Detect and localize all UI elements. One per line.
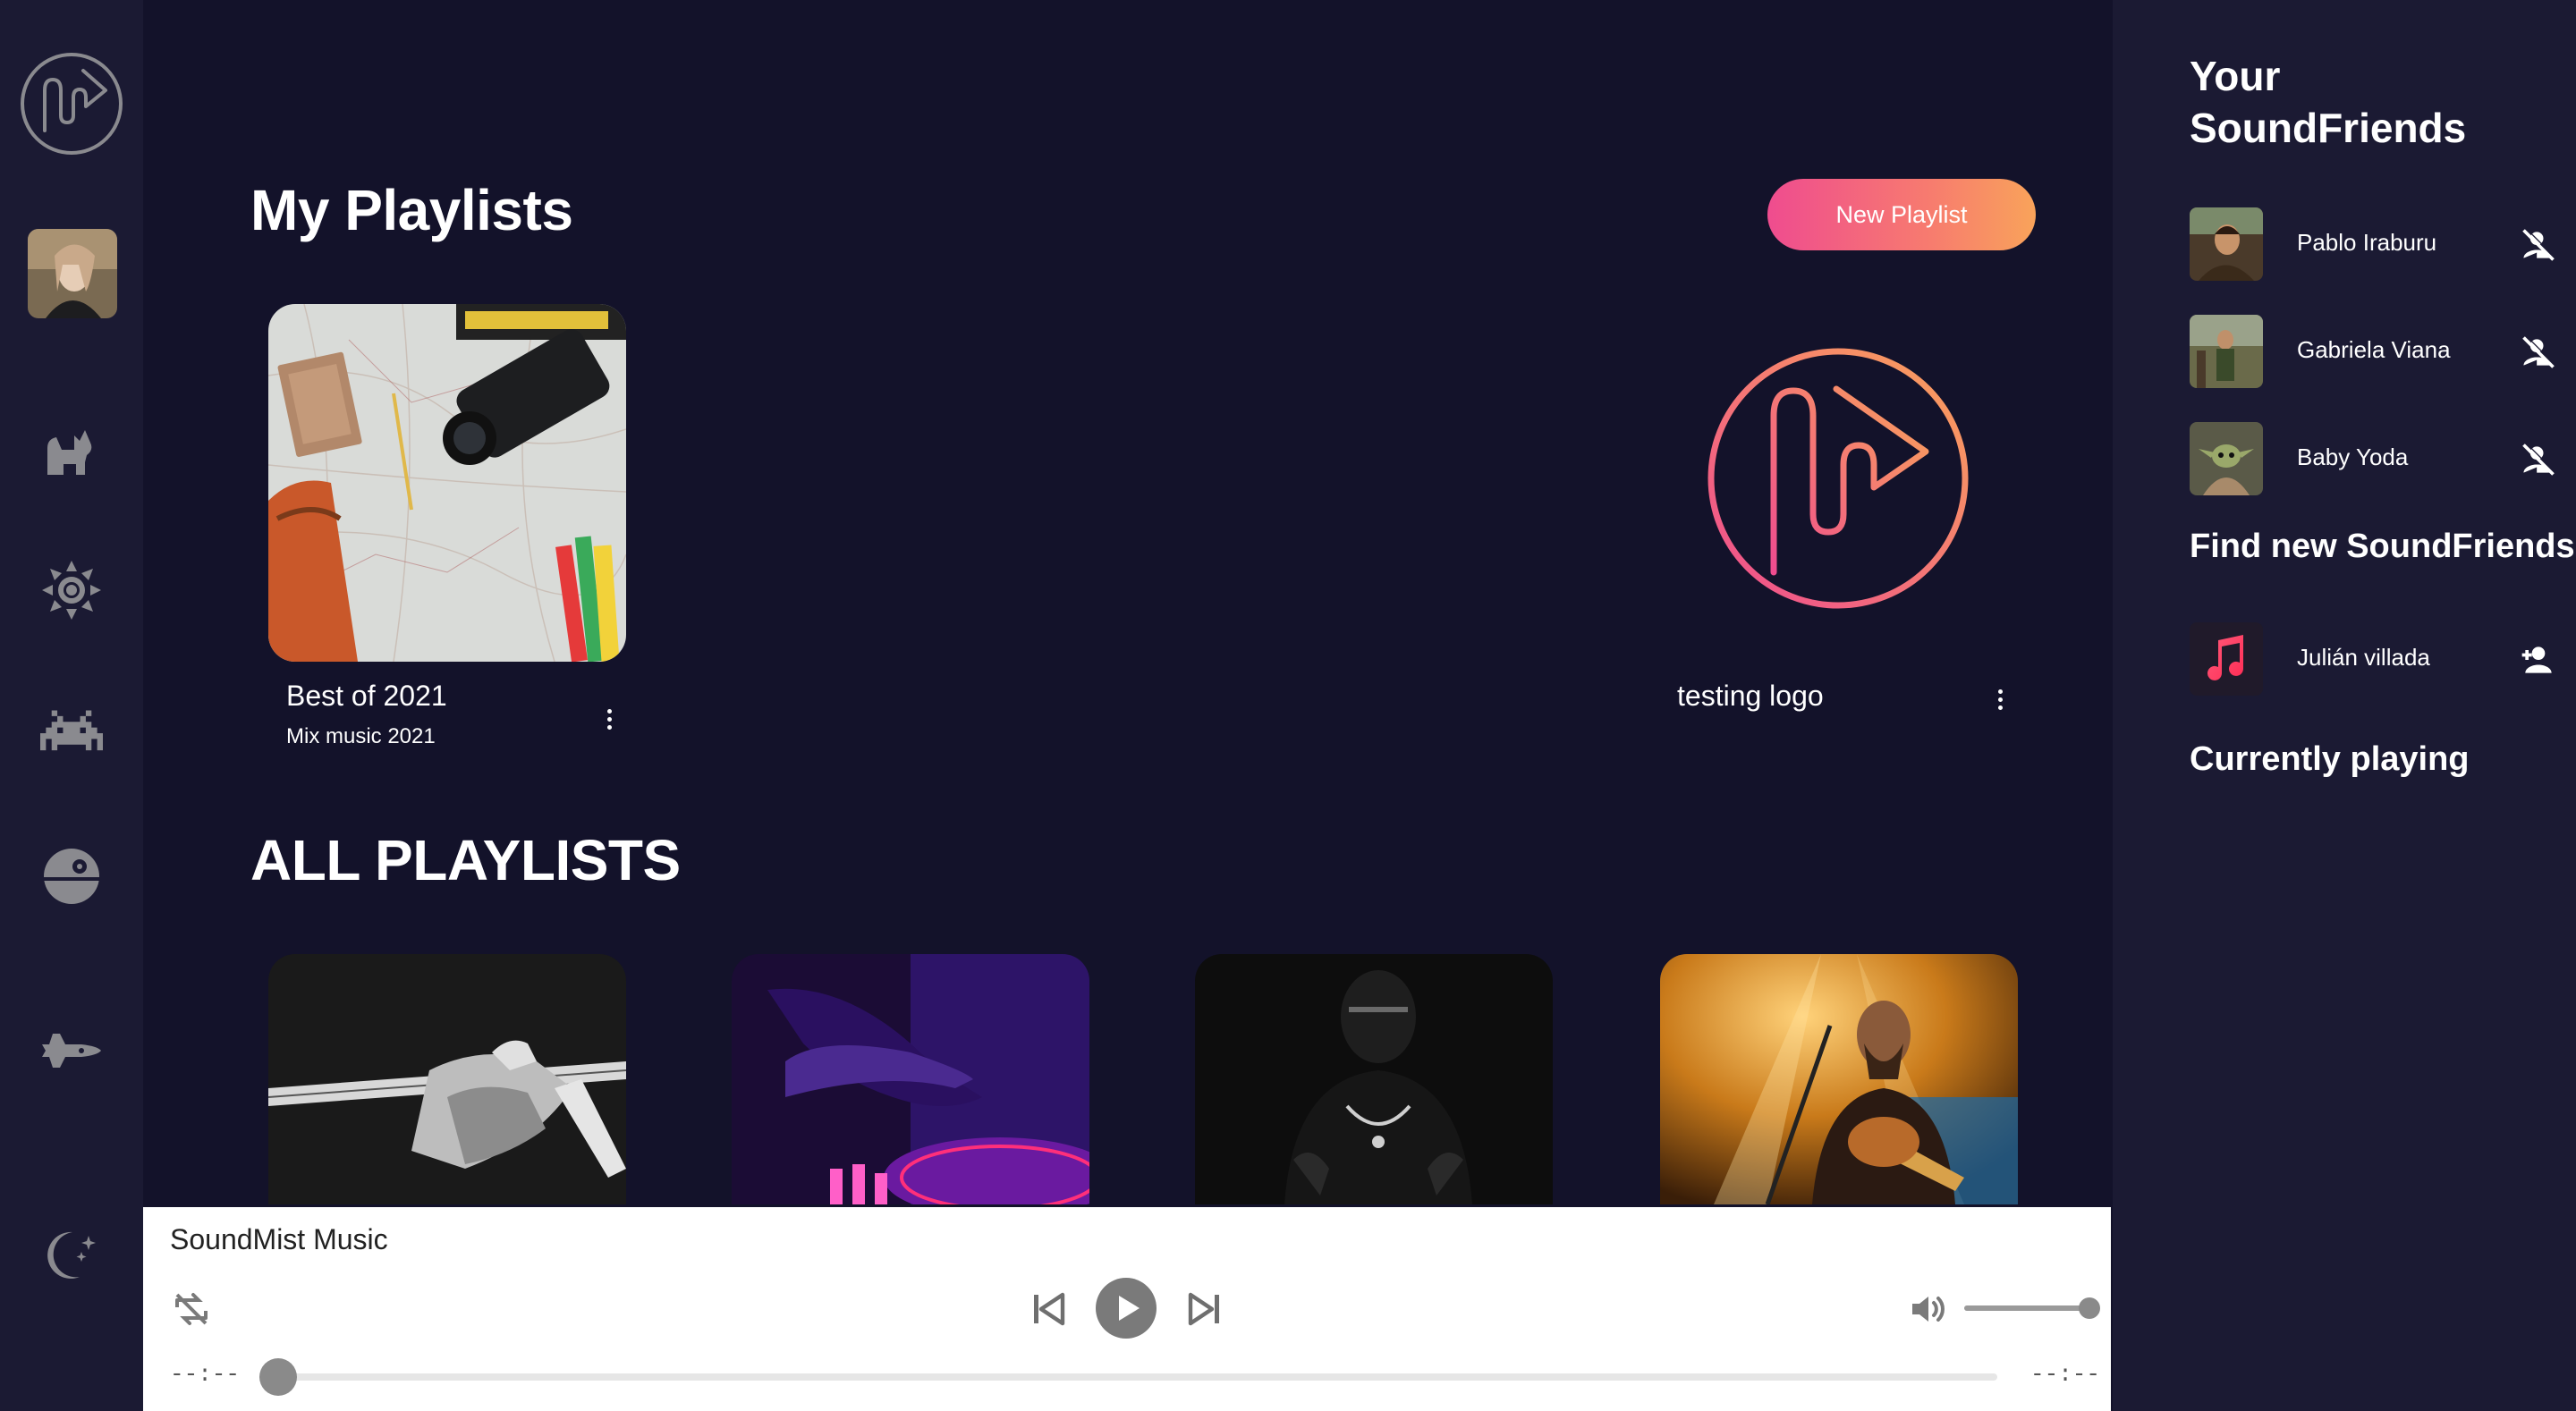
new-playlist-button[interactable]: New Playlist bbox=[1767, 179, 2036, 250]
player-title: SoundMist Music bbox=[170, 1223, 388, 1255]
friend-name: Gabriela Viana bbox=[2297, 336, 2451, 363]
playlist-subtitle: Mix music 2021 bbox=[286, 724, 436, 748]
remove-friend-icon[interactable] bbox=[2519, 225, 2558, 265]
soundfriends-title: Your SoundFriends bbox=[2190, 50, 2466, 154]
add-friend-icon[interactable] bbox=[2519, 640, 2558, 680]
sidebar bbox=[0, 0, 143, 1411]
all-playlist-card[interactable] bbox=[732, 954, 1089, 1204]
player-bar: SoundMist Music --:-- --:-- bbox=[143, 1207, 2111, 1411]
my-playlists-title: My Playlists bbox=[250, 178, 573, 242]
remove-friend-icon[interactable] bbox=[2519, 440, 2558, 479]
volume-slider-track[interactable] bbox=[1964, 1297, 2100, 1319]
play-button[interactable] bbox=[1095, 1277, 1157, 1339]
remaining-time: --:-- bbox=[2030, 1361, 2101, 1388]
sun-icon[interactable] bbox=[0, 554, 143, 626]
playlist-card-testing-logo[interactable]: testing logo bbox=[1659, 304, 2017, 712]
all-playlists-title: ALL PLAYLISTS bbox=[250, 828, 681, 892]
volume-icon[interactable] bbox=[1907, 1288, 1950, 1331]
friend-item[interactable]: Gabriela Viana bbox=[2190, 315, 2556, 388]
playlist-name: testing logo bbox=[1677, 680, 1824, 712]
friend-avatar bbox=[2190, 207, 2263, 281]
space-invader-icon[interactable] bbox=[0, 697, 143, 769]
playlist-options-button[interactable] bbox=[596, 701, 623, 737]
previous-track-icon[interactable] bbox=[1027, 1288, 1070, 1331]
playlist-cover-image bbox=[268, 304, 626, 662]
playlist-card-best-of-2021[interactable]: Best of 2021 Mix music 2021 bbox=[268, 304, 626, 748]
dot bbox=[1997, 705, 2003, 710]
elapsed-time: --:-- bbox=[170, 1361, 241, 1388]
friend-avatar bbox=[2190, 422, 2263, 495]
currently-playing-title: Currently playing bbox=[2190, 740, 2470, 778]
moon-stars-icon[interactable] bbox=[0, 1221, 143, 1292]
friend-avatar bbox=[2190, 315, 2263, 388]
playlist-cover-logo bbox=[1659, 304, 2017, 662]
progress-bar[interactable] bbox=[259, 1373, 1997, 1381]
soundfriends-panel: Your SoundFriends Pablo Iraburu Gabriela… bbox=[2113, 0, 2576, 1411]
progress-thumb[interactable] bbox=[259, 1358, 297, 1396]
all-playlist-card[interactable] bbox=[1195, 954, 1553, 1204]
app-logo-icon[interactable] bbox=[0, 50, 143, 157]
user-avatar[interactable] bbox=[28, 229, 117, 318]
dot bbox=[1997, 697, 2003, 702]
suggestion-avatar bbox=[2190, 622, 2263, 696]
soundfriends-title-line1: Your bbox=[2190, 53, 2281, 99]
cat-icon[interactable] bbox=[0, 411, 143, 483]
friend-item[interactable]: Baby Yoda bbox=[2190, 422, 2556, 495]
dot bbox=[606, 716, 612, 722]
playlist-name: Best of 2021 bbox=[286, 680, 447, 712]
shuffle-off-icon[interactable] bbox=[170, 1288, 213, 1331]
suggestion-item[interactable]: Julián villada bbox=[2190, 622, 2556, 696]
friend-name: Baby Yoda bbox=[2297, 444, 2409, 470]
dot bbox=[606, 724, 612, 730]
volume-slider-fill bbox=[1964, 1305, 2089, 1311]
dot bbox=[606, 708, 612, 714]
dot bbox=[1997, 689, 2003, 694]
friend-item[interactable]: Pablo Iraburu bbox=[2190, 207, 2556, 281]
all-playlist-card[interactable] bbox=[268, 954, 626, 1204]
playlist-options-button[interactable] bbox=[1987, 681, 2013, 717]
remove-friend-icon[interactable] bbox=[2519, 333, 2558, 372]
death-star-icon[interactable] bbox=[0, 841, 143, 912]
find-soundfriends-title: Find new SoundFriends bbox=[2190, 528, 2575, 565]
main-content: My Playlists New Playlist Best of 2021 M… bbox=[143, 0, 2111, 1411]
friend-name: Pablo Iraburu bbox=[2297, 229, 2437, 256]
soundfriends-title-line2: SoundFriends bbox=[2190, 105, 2467, 151]
suggestion-name: Julián villada bbox=[2297, 644, 2430, 671]
next-track-icon[interactable] bbox=[1183, 1288, 1226, 1331]
spaceship-icon[interactable] bbox=[0, 1015, 143, 1086]
all-playlist-card[interactable] bbox=[1660, 954, 2018, 1204]
volume-slider-thumb[interactable] bbox=[2079, 1297, 2100, 1319]
